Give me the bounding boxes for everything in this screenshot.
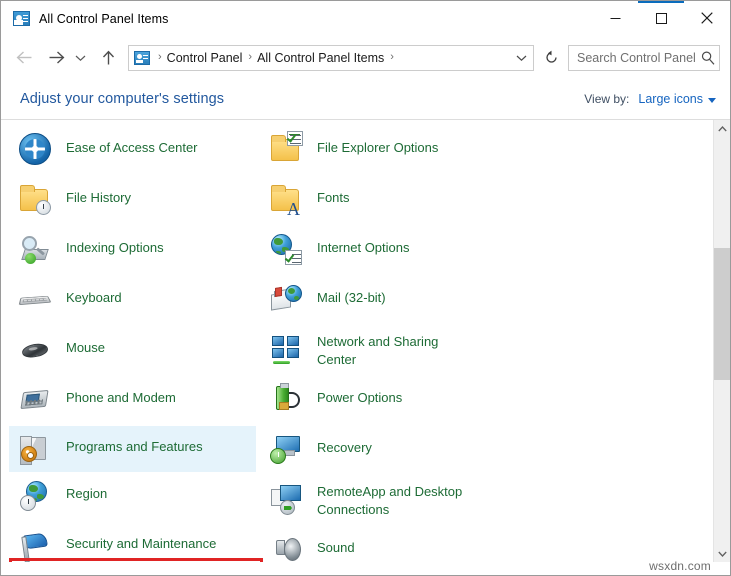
control-panel-breadcrumb-icon bbox=[134, 51, 150, 65]
breadcrumb-separator[interactable]: › bbox=[242, 52, 257, 63]
item-label[interactable]: File History bbox=[66, 183, 131, 207]
item-label[interactable]: Ease of Access Center bbox=[66, 133, 198, 157]
power-options-icon bbox=[270, 383, 302, 415]
breadcrumb-separator[interactable]: › bbox=[152, 52, 167, 63]
scroll-down-icon[interactable] bbox=[714, 545, 730, 562]
item-label[interactable]: Internet Options bbox=[317, 233, 410, 257]
item-indexing-options[interactable]: Indexing Options bbox=[15, 226, 265, 276]
vertical-scrollbar[interactable] bbox=[713, 120, 730, 562]
sound-icon bbox=[270, 533, 302, 562]
item-label[interactable]: Fonts bbox=[317, 183, 350, 207]
file-explorer-options-icon bbox=[270, 133, 302, 165]
recent-locations-icon[interactable] bbox=[72, 45, 88, 71]
item-file-explorer-options[interactable]: File Explorer Options bbox=[266, 126, 506, 176]
ease-of-access-icon bbox=[19, 133, 51, 165]
network-and-sharing-center-icon bbox=[270, 333, 302, 365]
item-internet-options[interactable]: Internet Options bbox=[266, 226, 506, 276]
item-label[interactable]: Security and Maintenance bbox=[66, 529, 216, 553]
breadcrumb-separator[interactable]: › bbox=[384, 52, 399, 63]
minimize-button[interactable] bbox=[592, 1, 638, 35]
internet-options-icon bbox=[270, 233, 302, 265]
close-button[interactable] bbox=[684, 1, 730, 35]
magnifier-icon[interactable] bbox=[697, 51, 719, 65]
item-label[interactable]: File Explorer Options bbox=[317, 133, 438, 157]
item-file-history[interactable]: File History bbox=[15, 176, 265, 226]
breadcrumb-all-control-panel-items[interactable]: All Control Panel Items bbox=[257, 51, 384, 65]
item-ease-of-access-center[interactable]: Ease of Access Center bbox=[15, 126, 265, 176]
recovery-icon bbox=[270, 433, 302, 465]
item-label[interactable]: Region bbox=[66, 479, 107, 503]
search-box[interactable]: Search Control Panel bbox=[568, 45, 720, 71]
view-by-control[interactable]: View by: Large icons bbox=[584, 92, 716, 106]
forward-arrow-icon[interactable] bbox=[43, 45, 69, 71]
item-label[interactable]: Network and Sharing Center bbox=[317, 333, 438, 369]
indexing-options-icon bbox=[19, 233, 51, 265]
item-sound[interactable]: Sound bbox=[266, 526, 506, 562]
item-fonts[interactable]: A Fonts bbox=[266, 176, 506, 226]
control-panel-items: Ease of Access Center File History Index… bbox=[1, 120, 713, 562]
item-mail[interactable]: Mail (32-bit) bbox=[266, 276, 506, 326]
item-security-and-maintenance[interactable]: Security and Maintenance bbox=[15, 522, 265, 562]
item-power-options[interactable]: Power Options bbox=[266, 376, 506, 426]
item-label[interactable]: Sound bbox=[317, 533, 355, 557]
phone-and-modem-icon bbox=[19, 383, 51, 415]
item-remoteapp-and-desktop-connections[interactable]: RemoteApp and Desktop Connections bbox=[266, 476, 506, 526]
item-label[interactable]: RemoteApp and Desktop Connections bbox=[317, 483, 462, 519]
scroll-up-icon[interactable] bbox=[714, 120, 730, 137]
view-by-value[interactable]: Large icons bbox=[638, 92, 703, 106]
items-column-right: File Explorer Options A Fonts Internet O… bbox=[266, 126, 506, 562]
up-arrow-icon[interactable] bbox=[95, 45, 121, 71]
window-controls bbox=[592, 1, 730, 35]
view-by-label: View by: bbox=[584, 92, 629, 106]
keyboard-icon bbox=[19, 283, 51, 315]
window-title: All Control Panel Items bbox=[39, 12, 168, 26]
caret-down-icon[interactable] bbox=[708, 98, 716, 103]
item-network-and-sharing-center[interactable]: Network and Sharing Center bbox=[266, 326, 506, 376]
fonts-icon: A bbox=[270, 183, 302, 215]
refresh-icon[interactable] bbox=[537, 45, 565, 71]
chevron-down-icon[interactable] bbox=[509, 46, 533, 70]
item-keyboard[interactable]: Keyboard bbox=[15, 276, 265, 326]
items-column-left: Ease of Access Center File History Index… bbox=[15, 126, 265, 562]
item-mouse[interactable]: Mouse bbox=[15, 326, 265, 376]
address-bar: › Control Panel › All Control Panel Item… bbox=[1, 36, 730, 79]
item-label[interactable]: Power Options bbox=[317, 383, 402, 407]
region-icon bbox=[19, 479, 51, 511]
remoteapp-and-desktop-connections-icon bbox=[270, 483, 302, 515]
watermark: wsxdn.com bbox=[647, 559, 711, 573]
programs-and-features-icon bbox=[19, 432, 51, 464]
mail-icon bbox=[270, 283, 302, 315]
item-label[interactable]: Phone and Modem bbox=[66, 383, 176, 407]
file-history-icon bbox=[19, 183, 51, 215]
item-label[interactable]: Indexing Options bbox=[66, 233, 164, 257]
item-label[interactable]: Programs and Features bbox=[66, 432, 203, 456]
sub-header: Adjust your computer's settings View by:… bbox=[1, 79, 730, 119]
item-label[interactable]: Recovery bbox=[317, 433, 372, 457]
item-recovery[interactable]: Recovery bbox=[266, 426, 506, 476]
page-title: Adjust your computer's settings bbox=[20, 91, 224, 107]
security-and-maintenance-icon bbox=[19, 529, 51, 561]
breadcrumb-control-panel[interactable]: Control Panel bbox=[167, 51, 243, 65]
item-phone-and-modem[interactable]: Phone and Modem bbox=[15, 376, 265, 426]
item-label[interactable]: Mail (32-bit) bbox=[317, 283, 386, 307]
scrollbar-thumb[interactable] bbox=[714, 248, 730, 380]
item-label[interactable]: Keyboard bbox=[66, 283, 122, 307]
breadcrumb-bar[interactable]: › Control Panel › All Control Panel Item… bbox=[128, 45, 534, 71]
control-panel-window: All Control Panel Items bbox=[0, 0, 731, 576]
search-input[interactable]: Search Control Panel bbox=[569, 51, 697, 65]
items-content-area: Ease of Access Center File History Index… bbox=[1, 119, 730, 562]
title-bar: All Control Panel Items bbox=[1, 1, 730, 36]
control-panel-icon bbox=[13, 11, 30, 26]
back-arrow-icon[interactable] bbox=[11, 45, 37, 71]
item-region[interactable]: Region bbox=[15, 472, 265, 522]
item-programs-and-features[interactable]: Programs and Features bbox=[9, 426, 256, 472]
item-label[interactable]: Mouse bbox=[66, 333, 105, 357]
maximize-button[interactable] bbox=[638, 1, 684, 35]
mouse-icon bbox=[19, 333, 51, 365]
